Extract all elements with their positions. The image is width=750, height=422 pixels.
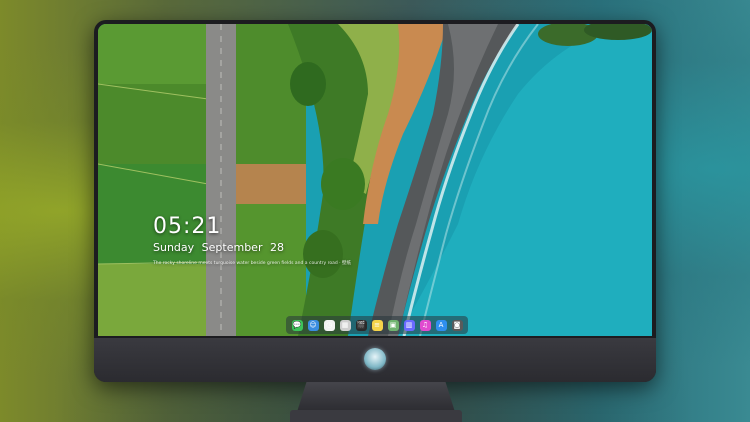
messages-icon[interactable]: 💬 [291, 319, 303, 331]
finder-icon[interactable]: ☺ [307, 319, 319, 331]
preview-icon[interactable]: ▣ [387, 319, 399, 331]
clock-weekday: Sunday [153, 241, 195, 254]
clock-icon[interactable]: ◷ [323, 319, 335, 331]
lockscreen-clock: 05:21 Sunday September 28 The rocky shor… [153, 214, 351, 266]
brand-logo [364, 348, 386, 370]
clock-time: 05:21 [153, 214, 222, 239]
notes-icon[interactable]: ≡ [371, 319, 383, 331]
calendar-icon[interactable]: ▥ [403, 319, 415, 331]
clapper-icon[interactable]: 🎬 [355, 319, 367, 331]
desktop-screen: 05:21 Sunday September 28 The rocky shor… [98, 24, 652, 336]
itunes-icon[interactable]: ♫ [419, 319, 431, 331]
monitor-stand [297, 382, 455, 412]
monitor-stand-base [290, 410, 462, 422]
monitor: 05:21 Sunday September 28 The rocky shor… [94, 20, 656, 382]
monitor-chin [94, 338, 656, 382]
appstore-icon[interactable]: A [435, 319, 447, 331]
wallpaper [98, 24, 652, 336]
clock-date: Sunday September 28 [153, 241, 351, 254]
movie-icon[interactable]: ▦ [339, 319, 351, 331]
clock-month: September [201, 241, 263, 254]
clock-day: 28 [269, 241, 284, 254]
wallpaper-caption: The rocky shoreline meets turquoise wate… [153, 261, 352, 266]
dock: 💬 ☺ ◷ ▦ 🎬 ≡ ▣ ▥ ♫ A ◙ [286, 316, 468, 334]
camera-icon[interactable]: ◙ [451, 319, 463, 331]
